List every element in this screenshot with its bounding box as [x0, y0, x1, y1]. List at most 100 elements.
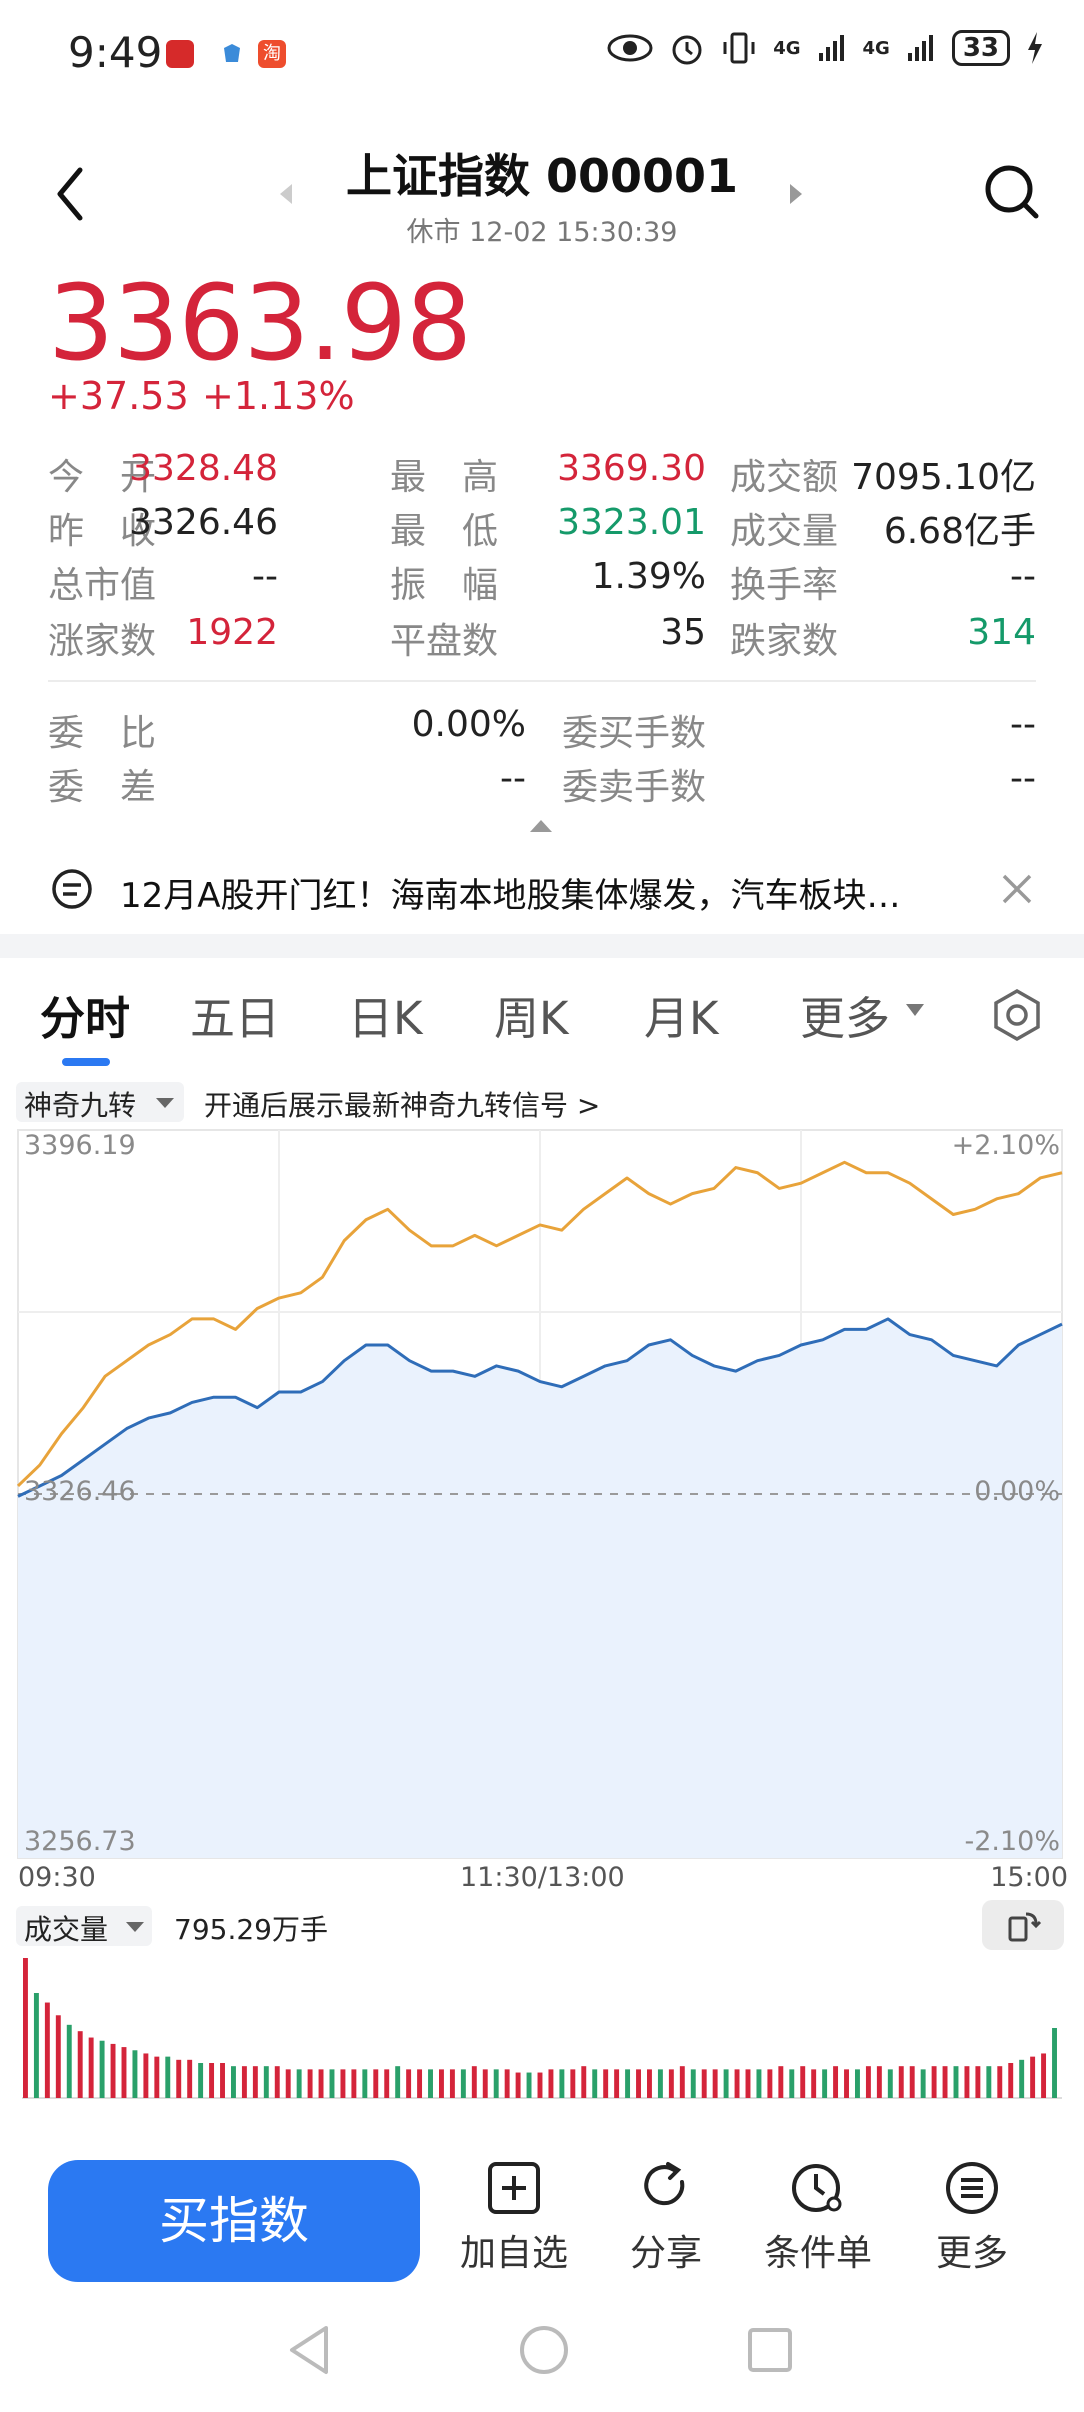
indicator-hint[interactable]: 开通后展示最新神奇九转信号 >	[204, 1084, 600, 1124]
section-gap	[0, 934, 1084, 958]
clock-icon	[792, 2164, 842, 2212]
y-min-label: 3256.73	[24, 1826, 136, 1857]
signal-icon-2	[907, 35, 933, 61]
close-icon[interactable]	[1000, 872, 1034, 906]
volume-bar	[471, 2066, 477, 2098]
stat-value: 3328.48	[129, 448, 278, 489]
app-icon-1	[166, 40, 194, 68]
active-tab-indicator	[62, 1058, 110, 1066]
volume-bar	[887, 2069, 893, 2098]
volume-bar	[800, 2066, 806, 2098]
volume-bar	[625, 2069, 631, 2098]
volume-bar	[701, 2069, 707, 2098]
bid-volume-value: --	[1010, 704, 1036, 745]
volume-bar	[855, 2069, 860, 2098]
news-text: 12月A股开门红！海南本地股集体爆发，汽车板块…	[120, 876, 901, 916]
volume-bar	[537, 2072, 543, 2098]
stat-value: 35	[660, 612, 706, 653]
volume-bar	[1041, 2053, 1047, 2098]
volume-bar	[931, 2066, 937, 2098]
more-label: 更多	[935, 2233, 1008, 2274]
buy-index-button[interactable]: 买指数	[48, 2160, 420, 2282]
price-change-pct: +1.13%	[202, 374, 355, 418]
network-label-2: 4G	[862, 37, 890, 59]
volume-bar	[493, 2069, 499, 2098]
volume-bar	[362, 2069, 368, 2098]
volume-bar	[252, 2066, 258, 2098]
stat-value: 1.39%	[591, 556, 706, 597]
volume-bar	[756, 2069, 762, 2098]
next-stock-icon[interactable]	[786, 182, 806, 206]
stat-value: 3369.30	[557, 448, 706, 489]
tab-intraday[interactable]: 分时	[40, 982, 130, 1047]
ask-volume-label: 委卖手数	[562, 767, 707, 808]
volume-bar	[559, 2069, 565, 2098]
volume-bar	[1052, 2028, 1057, 2098]
volume-bar	[504, 2069, 510, 2098]
volume-bar	[789, 2069, 795, 2098]
nav-home-icon[interactable]	[518, 2324, 570, 2376]
volume-bar	[1030, 2056, 1036, 2098]
pct-min-label: -2.10%	[964, 1826, 1060, 1857]
y-max-label: 3396.19	[24, 1130, 136, 1161]
collapse-icon[interactable]	[528, 816, 554, 834]
tab-monthly-k[interactable]: 月K	[644, 982, 719, 1047]
stat-value: 3326.46	[129, 502, 278, 543]
add-watchlist-label: 加自选	[459, 2233, 568, 2274]
stat-value: 3323.01	[557, 502, 706, 543]
volume-bar	[614, 2069, 620, 2098]
volume-bar	[734, 2069, 740, 2098]
share-button[interactable]: 分享	[606, 2160, 726, 2276]
volume-bar	[898, 2066, 904, 2098]
volume-bar	[460, 2069, 466, 2098]
tab-more[interactable]: 更多	[800, 982, 890, 1047]
volume-bar	[975, 2066, 981, 2098]
tab-five-day[interactable]: 五日	[190, 982, 280, 1047]
volume-chart	[22, 1958, 1062, 2099]
add-watchlist-button[interactable]: 加自选	[454, 2160, 574, 2276]
volume-bar	[647, 2069, 652, 2098]
volume-bar	[668, 2069, 674, 2098]
tab-daily-k[interactable]: 日K	[348, 982, 423, 1047]
condition-order-label: 条件单	[763, 2233, 872, 2274]
intraday-chart[interactable]	[0, 1126, 1084, 1866]
order-diff-value: --	[500, 758, 526, 799]
charging-icon	[1028, 32, 1042, 64]
price-change: +37.53	[48, 374, 189, 418]
news-banner[interactable]: 12月A股开门红！海南本地股集体爆发，汽车板块…	[0, 846, 1084, 934]
volume-bar	[778, 2066, 784, 2098]
chart-rotate-button[interactable]	[982, 1900, 1064, 1950]
volume-bar	[526, 2072, 532, 2098]
tab-weekly-k[interactable]: 周K	[494, 982, 569, 1047]
volume-bar	[231, 2066, 236, 2098]
more-dropdown-icon[interactable]	[904, 1002, 926, 1018]
x-end-label: 15:00	[990, 1862, 1068, 1893]
volume-bar	[406, 2069, 412, 2098]
indicator-select[interactable]: 神奇九转	[16, 1082, 184, 1122]
network-label-1: 4G	[773, 37, 801, 59]
condition-order-button[interactable]: 条件单	[758, 2160, 878, 2276]
volume-bar	[657, 2069, 663, 2098]
volume-bar	[679, 2066, 685, 2098]
volume-bar	[220, 2063, 225, 2098]
nav-recents-icon[interactable]	[746, 2326, 794, 2374]
volume-bar	[187, 2059, 193, 2098]
volume-bar	[296, 2069, 302, 2098]
volume-bar	[997, 2066, 1003, 2098]
settings-icon[interactable]	[990, 988, 1044, 1042]
stat-value: 7095.10亿	[851, 457, 1036, 498]
add-icon	[488, 2162, 540, 2214]
search-icon[interactable]	[982, 162, 1042, 222]
volume-bar	[548, 2069, 554, 2098]
volume-bar	[176, 2059, 182, 2098]
divider	[48, 680, 1036, 682]
volume-bar	[132, 2050, 138, 2098]
volume-bar	[274, 2066, 280, 2098]
volume-bar	[99, 2040, 105, 2098]
stat-value: 1922	[186, 612, 278, 653]
alarm-icon	[672, 35, 702, 65]
more-button[interactable]: 更多	[912, 2160, 1032, 2276]
volume-select[interactable]: 成交量	[16, 1906, 152, 1946]
volume-bar	[942, 2066, 948, 2098]
nav-back-icon[interactable]	[286, 2324, 332, 2376]
